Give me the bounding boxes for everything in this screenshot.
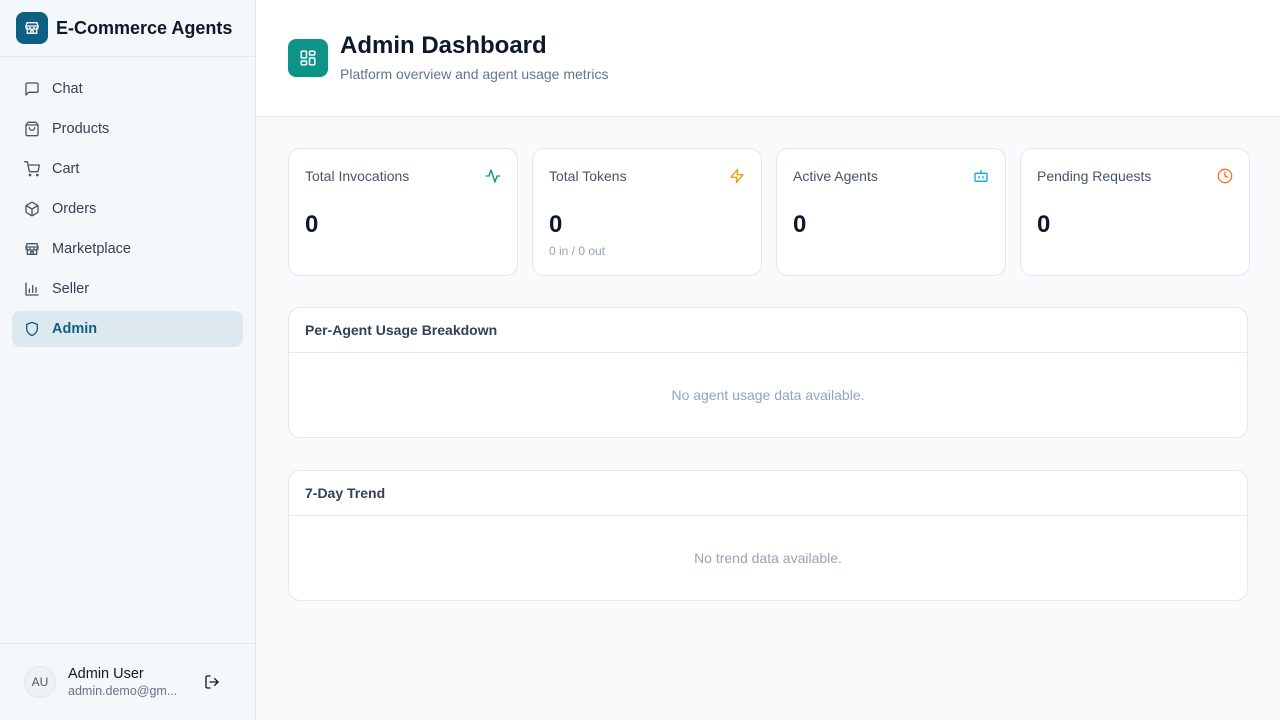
page-title: Admin Dashboard xyxy=(340,32,547,59)
avatar[interactable]: AU xyxy=(24,666,56,698)
stat-card-pending: Pending Requests 0 xyxy=(1020,148,1250,276)
chat-icon xyxy=(24,81,40,97)
user-email: admin.demo@gm... xyxy=(68,684,178,698)
sidebar-item-label: Cart xyxy=(52,161,80,177)
stat-value: 0 xyxy=(793,211,807,238)
activity-icon xyxy=(484,167,502,185)
sidebar-item-products[interactable]: Products xyxy=(12,111,243,147)
store-icon xyxy=(16,12,48,44)
page-header: Admin Dashboard Platform overview and ag… xyxy=(256,0,1280,117)
panel-title: Per-Agent Usage Breakdown xyxy=(289,308,1247,353)
stat-label: Pending Requests xyxy=(1037,168,1152,184)
sidebar-item-chat[interactable]: Chat xyxy=(12,71,243,107)
dashboard-grid-icon xyxy=(288,39,328,77)
sidebar-item-label: Seller xyxy=(52,281,90,297)
sidebar-item-orders[interactable]: Orders xyxy=(12,191,243,227)
trend-panel: 7-Day Trend No trend data available. xyxy=(288,470,1248,601)
user-name: Admin User xyxy=(68,666,144,682)
brand[interactable]: E-Commerce Agents xyxy=(0,0,255,57)
sidebar-item-label: Products xyxy=(52,121,110,137)
page-subtitle: Platform overview and agent usage metric… xyxy=(340,66,609,82)
sidebar-item-label: Chat xyxy=(52,81,83,97)
bar-chart-icon xyxy=(24,281,40,297)
stat-value: 0 xyxy=(305,211,319,238)
sidebar-item-label: Orders xyxy=(52,201,97,217)
bot-icon xyxy=(972,167,990,185)
sidebar-item-label: Admin xyxy=(52,321,98,337)
user-info: Admin User admin.demo@gm... xyxy=(68,665,184,699)
stat-card-agents: Active Agents 0 xyxy=(776,148,1006,276)
empty-state: No trend data available. xyxy=(694,550,842,566)
sidebar-item-cart[interactable]: Cart xyxy=(12,151,243,187)
logout-button[interactable] xyxy=(200,670,224,694)
panel-title: 7-Day Trend xyxy=(289,471,1247,516)
logout-icon xyxy=(205,675,219,689)
stat-subtext: 0 in / 0 out xyxy=(549,244,606,258)
cart-icon xyxy=(24,161,40,177)
empty-state: No agent usage data available. xyxy=(671,387,865,403)
clock-icon xyxy=(1216,167,1234,185)
sidebar-nav: Chat Products Cart Orders Marketplace Se… xyxy=(0,57,255,347)
zap-icon xyxy=(728,167,746,185)
stat-label: Total Tokens xyxy=(549,168,627,184)
sidebar-item-label: Marketplace xyxy=(52,241,131,257)
app-title: E-Commerce Agents xyxy=(56,17,233,38)
sidebar-item-marketplace[interactable]: Marketplace xyxy=(12,231,243,267)
user-profile: AU Admin User admin.demo@gm... xyxy=(0,643,255,720)
stat-card-tokens: Total Tokens 0 0 in / 0 out xyxy=(532,148,762,276)
sidebar-item-admin[interactable]: Admin xyxy=(12,311,243,347)
usage-breakdown-panel: Per-Agent Usage Breakdown No agent usage… xyxy=(288,307,1248,438)
stat-label: Active Agents xyxy=(793,168,878,184)
shield-icon xyxy=(24,321,40,337)
store-icon xyxy=(24,241,40,257)
shopping-bag-icon xyxy=(24,121,40,137)
sidebar: E-Commerce Agents Chat Products Cart Ord… xyxy=(0,0,256,720)
stat-label: Total Invocations xyxy=(305,168,410,184)
stat-value: 0 xyxy=(1037,211,1051,238)
stat-card-invocations: Total Invocations 0 xyxy=(288,148,518,276)
package-icon xyxy=(24,201,40,217)
stat-value: 0 xyxy=(549,211,563,238)
sidebar-item-seller[interactable]: Seller xyxy=(12,271,243,307)
